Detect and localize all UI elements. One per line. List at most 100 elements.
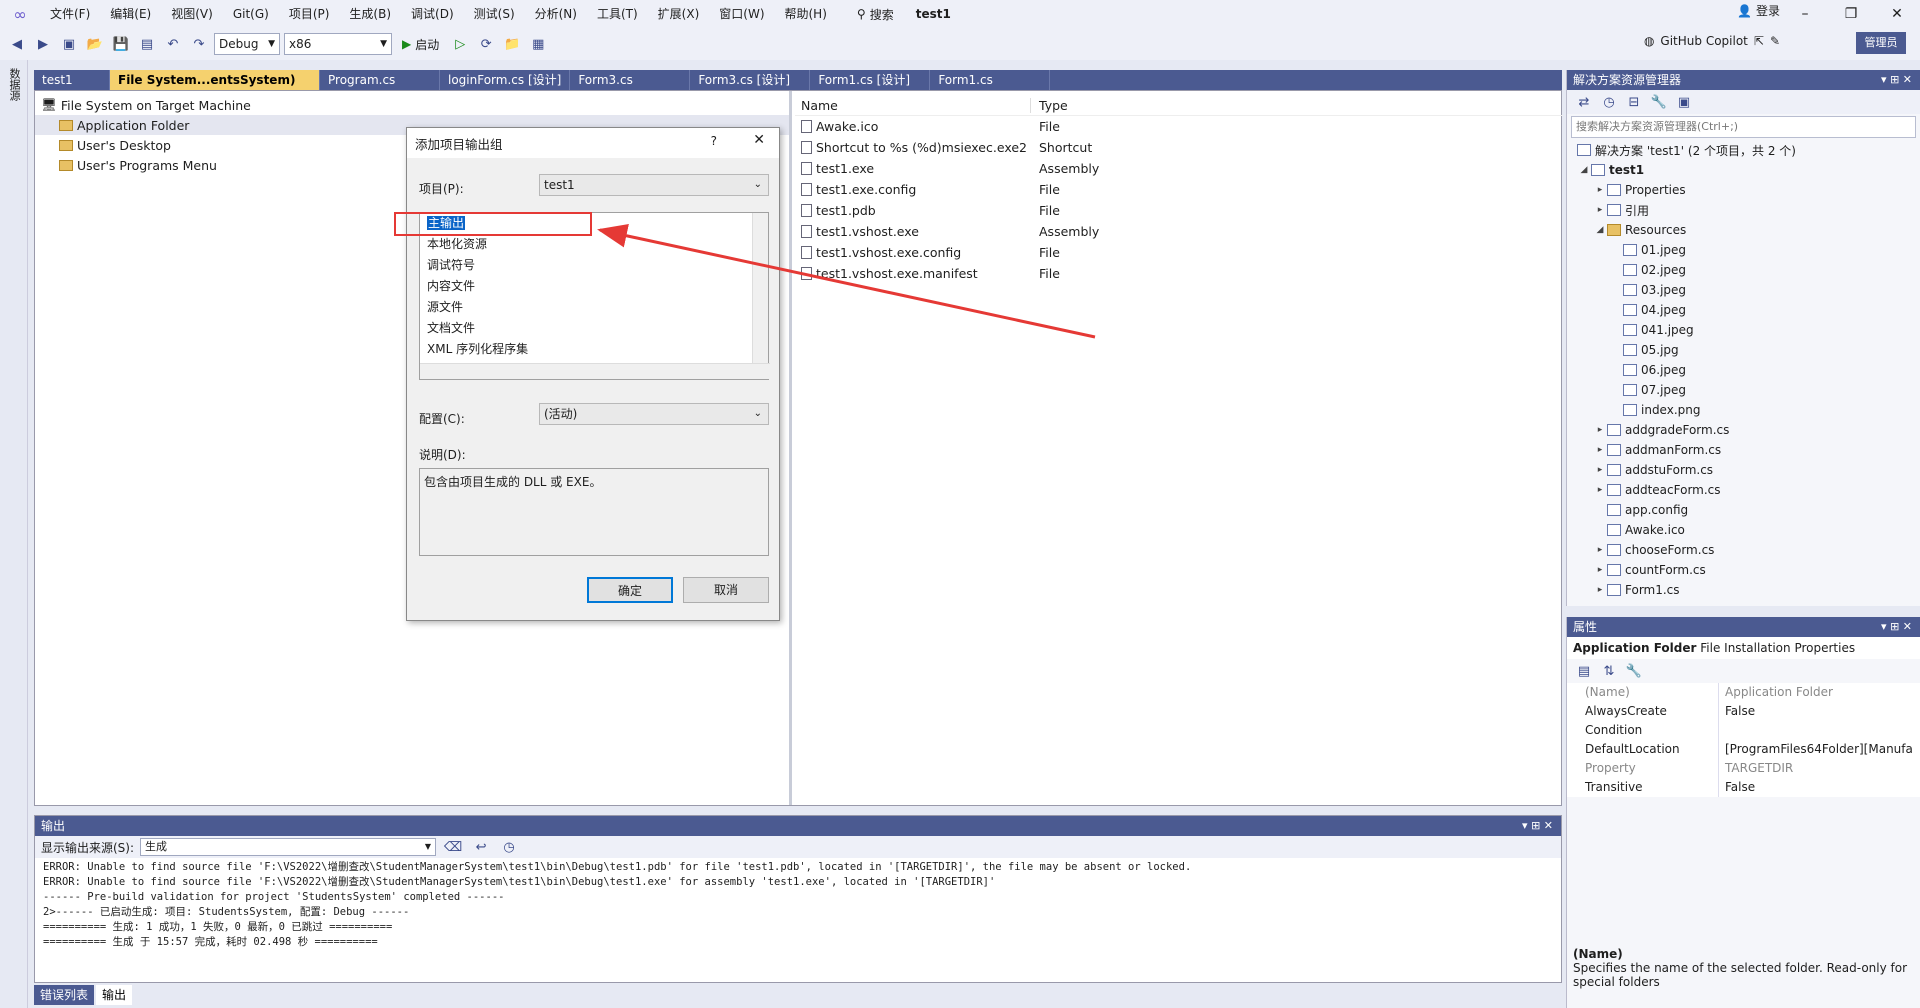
- solution-item[interactable]: ▸ countForm.cs: [1567, 560, 1920, 580]
- forward-icon[interactable]: ▶: [32, 33, 54, 55]
- solution-item[interactable]: 04.jpeg: [1567, 300, 1920, 320]
- file-row[interactable]: test1.vshost.exe Assembly: [795, 221, 1563, 242]
- tab-7[interactable]: Form1.cs: [930, 70, 1051, 90]
- property-row[interactable]: (Name) Application Folder: [1567, 683, 1920, 702]
- menu-item[interactable]: 调试(D): [401, 0, 464, 28]
- menu-item[interactable]: 扩展(X): [648, 0, 710, 28]
- solution-item[interactable]: ▸ chooseForm.cs: [1567, 540, 1920, 560]
- output-source-select[interactable]: 生成 ▼: [140, 838, 437, 856]
- login-button[interactable]: 👤 登录: [1737, 2, 1780, 19]
- layout-icon[interactable]: ▦: [527, 33, 549, 55]
- collapse-icon[interactable]: ⊟: [1623, 91, 1645, 113]
- expander-icon[interactable]: ▸: [1593, 465, 1607, 475]
- expander-icon[interactable]: ▸: [1593, 565, 1607, 575]
- list-horizontal-scrollbar[interactable]: [420, 363, 770, 379]
- expander-icon[interactable]: ▸: [1593, 445, 1607, 455]
- pin-icon[interactable]: ▾ ⊞ ✕: [1881, 70, 1912, 90]
- search-button[interactable]: ⚲ 搜索: [849, 6, 902, 23]
- menu-item[interactable]: 测试(S): [464, 0, 525, 28]
- tab-5[interactable]: Form3.cs [设计]: [690, 70, 811, 90]
- properties-object-select[interactable]: Application Folder File Installation Pro…: [1567, 637, 1920, 659]
- close-icon[interactable]: ✕: [753, 132, 765, 148]
- show-all-icon[interactable]: ▣: [1673, 91, 1695, 113]
- wrench-icon[interactable]: 🔧: [1648, 91, 1670, 113]
- tab-1[interactable]: File System...entsSystem): [110, 70, 320, 90]
- solution-item[interactable]: Awake.ico: [1567, 520, 1920, 540]
- solution-item[interactable]: 05.jpg: [1567, 340, 1920, 360]
- save-all-icon[interactable]: ▤: [136, 33, 158, 55]
- expander-icon[interactable]: ▸: [1593, 545, 1607, 555]
- platform-select[interactable]: x86 ▼: [284, 33, 392, 55]
- property-row[interactable]: AlwaysCreate False: [1567, 702, 1920, 721]
- file-row[interactable]: test1.vshost.exe.manifest File: [795, 263, 1563, 284]
- file-row[interactable]: test1.exe.config File: [795, 179, 1563, 200]
- menu-item[interactable]: 窗口(W): [709, 0, 774, 28]
- history-icon[interactable]: ◷: [1598, 91, 1620, 113]
- output-group-list[interactable]: 主输出 本地化资源 调试符号 内容文件 源文件 文档文件 XML 序列化程序集: [419, 212, 770, 380]
- property-pages-icon[interactable]: 🔧: [1623, 660, 1645, 682]
- solution-item[interactable]: ▸ 引用: [1567, 200, 1920, 220]
- header-type[interactable]: Type: [1031, 98, 1068, 113]
- new-project-icon[interactable]: ▣: [58, 33, 80, 55]
- clear-all-icon[interactable]: ⌫: [442, 836, 464, 858]
- solution-item[interactable]: ▸ Form1.cs: [1567, 580, 1920, 600]
- open-icon[interactable]: 📂: [84, 33, 106, 55]
- menu-item[interactable]: 帮助(H): [775, 0, 837, 28]
- tab-2[interactable]: Program.cs: [320, 70, 440, 90]
- output-group-item[interactable]: 文档文件: [420, 318, 768, 339]
- solution-item[interactable]: index.png: [1567, 400, 1920, 420]
- solution-item[interactable]: ▸ addmanForm.cs: [1567, 440, 1920, 460]
- output-group-item[interactable]: XML 序列化程序集: [420, 339, 768, 360]
- project-node[interactable]: ◢ test1: [1567, 160, 1920, 180]
- restore-button[interactable]: ❐: [1828, 0, 1874, 28]
- menu-item[interactable]: 工具(T): [587, 0, 648, 28]
- close-window-button[interactable]: ✕: [1874, 0, 1920, 28]
- output-group-item[interactable]: 源文件: [420, 297, 768, 318]
- solution-item[interactable]: ▸ addgradeForm.cs: [1567, 420, 1920, 440]
- menu-item[interactable]: 分析(N): [525, 0, 587, 28]
- expander-icon[interactable]: ▸: [1593, 205, 1607, 215]
- file-row[interactable]: Awake.ico File: [795, 116, 1563, 137]
- expander-icon[interactable]: ▸: [1593, 485, 1607, 495]
- solution-item[interactable]: ◢ Resources: [1567, 220, 1920, 240]
- output-group-item[interactable]: 本地化资源: [420, 234, 768, 255]
- file-row[interactable]: test1.vshost.exe.config File: [795, 242, 1563, 263]
- start-button[interactable]: ▶ 启动: [396, 36, 445, 53]
- solution-item[interactable]: 07.jpeg: [1567, 380, 1920, 400]
- hot-reload-icon[interactable]: ⟳: [475, 33, 497, 55]
- property-row[interactable]: Property TARGETDIR: [1567, 759, 1920, 778]
- file-row[interactable]: test1.pdb File: [795, 200, 1563, 221]
- menu-item[interactable]: Git(G): [223, 0, 279, 28]
- dialog-config-select[interactable]: (活动) ⌄: [539, 403, 769, 425]
- save-icon[interactable]: 💾: [110, 33, 132, 55]
- pin-icon[interactable]: ▾ ⊞ ✕: [1881, 617, 1912, 637]
- tab-3[interactable]: loginForm.cs [设计]: [440, 70, 571, 90]
- folder-icon[interactable]: 📁: [501, 33, 523, 55]
- help-button[interactable]: ?: [711, 134, 717, 148]
- header-name[interactable]: Name: [795, 97, 1031, 113]
- expander-icon[interactable]: ◢: [1593, 225, 1607, 235]
- bottom-tab-0[interactable]: 错误列表: [34, 985, 95, 1005]
- list-vertical-scrollbar[interactable]: [752, 213, 768, 363]
- solution-node[interactable]: 解决方案 'test1' (2 个项目，共 2 个): [1567, 140, 1920, 160]
- alphabetical-icon[interactable]: ⇅: [1598, 660, 1620, 682]
- clock-icon[interactable]: ◷: [498, 836, 520, 858]
- menu-item[interactable]: 文件(F): [40, 0, 100, 28]
- solution-item[interactable]: 06.jpeg: [1567, 360, 1920, 380]
- word-wrap-icon[interactable]: ↩: [470, 836, 492, 858]
- bottom-tab-1[interactable]: 输出: [96, 985, 133, 1005]
- solution-search-input[interactable]: 搜索解决方案资源管理器(Ctrl+;): [1571, 116, 1916, 138]
- file-row[interactable]: Shortcut to %s (%d)msiexec.exe2 Shortcut: [795, 137, 1563, 158]
- property-row[interactable]: DefaultLocation [ProgramFiles64Folder][Ma…: [1567, 740, 1920, 759]
- output-group-item[interactable]: 内容文件: [420, 276, 768, 297]
- solution-item[interactable]: app.config: [1567, 500, 1920, 520]
- file-row[interactable]: test1.exe Assembly: [795, 158, 1563, 179]
- solution-item[interactable]: ▸ Properties: [1567, 180, 1920, 200]
- cancel-button[interactable]: 取消: [683, 577, 769, 603]
- start-without-debug-icon[interactable]: ▷: [449, 33, 471, 55]
- output-group-item[interactable]: 调试符号: [420, 255, 768, 276]
- tab-4[interactable]: Form3.cs: [570, 70, 691, 90]
- menu-item[interactable]: 编辑(E): [100, 0, 161, 28]
- undo-icon[interactable]: ↶: [162, 33, 184, 55]
- solution-item[interactable]: 02.jpeg: [1567, 260, 1920, 280]
